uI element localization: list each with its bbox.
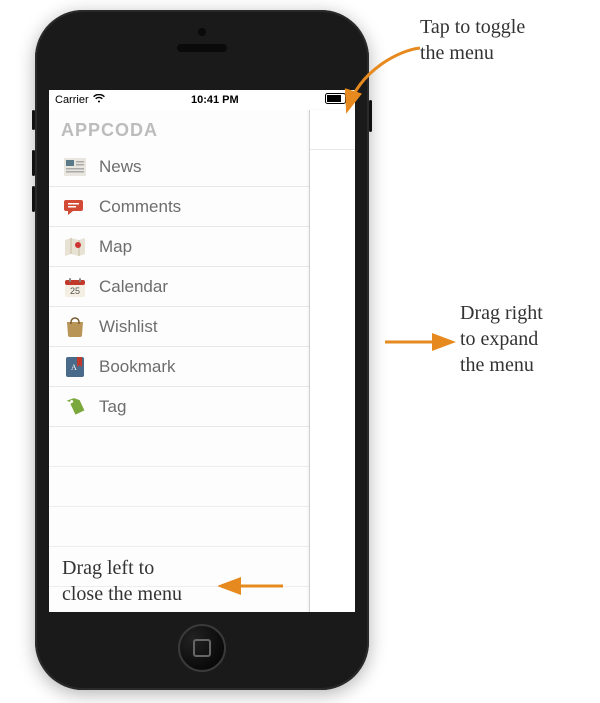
comments-icon [61, 195, 89, 219]
menu-item-label: Comments [99, 197, 181, 217]
content-panel[interactable] [309, 110, 355, 612]
wifi-icon [93, 94, 105, 106]
menu-item-label: Wishlist [99, 317, 158, 337]
svg-text:A: A [71, 363, 77, 372]
menu-item-news[interactable]: News [49, 147, 309, 187]
menu-item-bookmark[interactable]: A Bookmark [49, 347, 309, 387]
menu-item-label: Map [99, 237, 132, 257]
annotation-close: Drag left to close the menu [62, 555, 182, 607]
annotation-toggle: Tap to toggle the menu [420, 14, 525, 66]
menu-item-calendar[interactable]: 25 Calendar [49, 267, 309, 307]
statusbar: Carrier 10:41 PM [49, 90, 355, 110]
menu-item-label: Tag [99, 397, 126, 417]
sliding-panels[interactable]: APPCODA News Comments [49, 110, 355, 612]
phone-home-button [178, 624, 226, 672]
menu-item-label: News [99, 157, 142, 177]
bookmark-icon: A [61, 355, 89, 379]
map-icon [61, 235, 89, 259]
battery-icon [325, 93, 349, 107]
annotation-expand: Drag right to expand the menu [460, 300, 543, 378]
menu-item-label: Bookmark [99, 357, 176, 377]
statusbar-carrier: Carrier [55, 94, 105, 106]
side-menu-panel: APPCODA News Comments [49, 110, 309, 612]
calendar-icon: 25 [61, 275, 89, 299]
menu-item-map[interactable]: Map [49, 227, 309, 267]
carrier-label: Carrier [55, 94, 89, 106]
news-icon [61, 155, 89, 179]
navbar [310, 110, 355, 150]
brand-title: APPCODA [49, 110, 309, 147]
tag-icon [61, 395, 89, 419]
phone-power-button [369, 100, 372, 132]
phone-volume-down [32, 186, 35, 212]
menu-item-label: Calendar [99, 277, 168, 297]
menu-item-comments[interactable]: Comments [49, 187, 309, 227]
wishlist-icon [61, 315, 89, 339]
arrow-drag-right [380, 332, 460, 352]
menu-item-wishlist[interactable]: Wishlist [49, 307, 309, 347]
menu-list: News Comments Map [49, 147, 309, 427]
svg-text:25: 25 [70, 286, 80, 296]
phone-mute-switch [32, 110, 35, 130]
statusbar-time: 10:41 PM [105, 94, 325, 106]
menu-item-tag[interactable]: Tag [49, 387, 309, 427]
phone-screen: Carrier 10:41 PM APPCODA [49, 90, 355, 612]
phone-volume-up [32, 150, 35, 176]
